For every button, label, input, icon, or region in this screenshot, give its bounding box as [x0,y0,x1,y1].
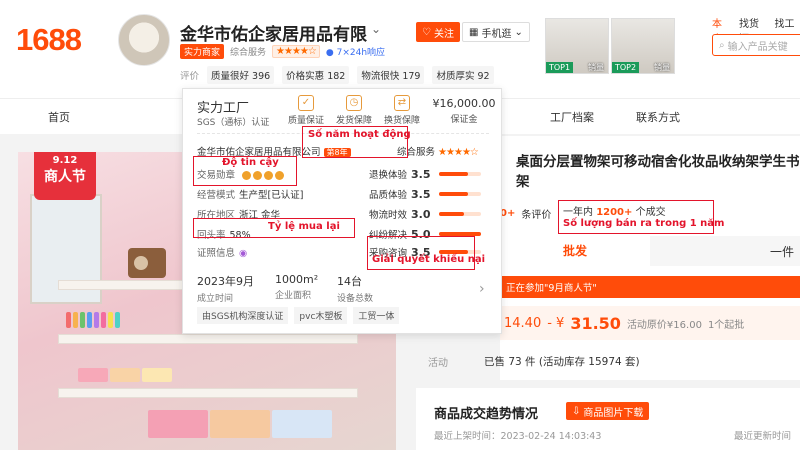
download-images-button[interactable]: ⇩ 商品图片下载 [566,402,650,420]
factory-tags: 由SGS机构深度认证 pvc木塑板 工贸一体 [197,307,400,324]
top-product-thumb[interactable]: TOP2 销量 [611,18,675,74]
shipping-icon: ◷ [346,95,362,111]
shop-avatar[interactable] [118,14,170,66]
service-badge: ● 7×24h响应 [325,48,386,58]
event-banner[interactable]: 正在参加"9月商人节" [500,276,800,298]
mobile-shop-button[interactable]: ▦ 手机逛 ⌄ [462,22,530,42]
guarantee-quality[interactable]: ✓ 质量保证 [283,95,329,126]
stat-established: 2023年9月 成立时间 [197,275,254,304]
tab-wholesale[interactable]: 批发 [500,236,650,266]
price-low: 14.40 [504,315,542,331]
annotation-trust: Độ tin cậy [222,157,279,168]
annotation-repurchase: Tỷ lệ mua lại [268,221,340,232]
rating-quality: 品质体验 3.5 [369,187,481,201]
clock-icon: ● [325,48,334,58]
metric-tag[interactable]: 价格实惠 182 [282,66,350,84]
radio-decor [128,248,166,278]
top-sales-label: 销量 [654,63,670,72]
overall-service-label: 综合服务 [230,48,267,58]
rating-bar-fill [439,192,469,196]
tag: 由SGS机构深度认证 [197,307,289,324]
price-row: 14.40 - ¥ 31.50 活动原价¥16.00 1个起批 [500,306,800,340]
factory-popup: 实力工厂 SGS（通标）认证 ✓ 质量保证 ◷ 发货保障 ⇄ 换货保障 ¥16,000… [182,88,502,334]
heart-icon: ♡ [422,26,431,38]
tab-single-piece[interactable]: 一件 [650,236,800,266]
star-icon: ★★★★☆ [438,147,479,158]
min-order: 1个起批 [707,319,745,331]
search-icon: ⌕ [719,39,725,51]
sale-event-tag: 9.12 商人节 [34,152,96,200]
top-sales-label: 销量 [588,63,604,72]
price-separator: - ¥ [547,315,565,331]
annotation-complaints: Giải quyết khiếu nại [372,254,486,265]
purchase-tabs: 批发 一件 [500,236,800,266]
overall-service: 综合服务 ★★★★☆ [397,147,479,158]
metric-tag[interactable]: 物流很快 179 [357,66,425,84]
chevron-down-icon: ⌄ [514,26,523,38]
storage-boxes [148,410,332,438]
activity-label: 活动 [428,358,448,369]
metrics-label: 评价 [180,71,200,82]
site-logo[interactable]: 1688 [16,22,82,58]
trend-card: 商品成交趋势情况 ⇩ 商品图片下载 最近上架时间：2023-02-24 14:03… [416,380,800,450]
pens-decor [66,312,120,328]
popup-certification: SGS（通标）认证 [197,118,270,128]
download-icon: ⇩ [572,405,581,417]
business-mode-row: 经营模式 生产型[已认证] [197,190,304,201]
tag: pvc木塑板 [294,307,348,324]
stat-area: 1000m² 企业面积 [275,273,319,301]
review-metrics: 评价 质量很好 396 价格实惠 182 物流很快 179 材质厚实 92 [180,66,494,84]
license-row[interactable]: 证照信息 ◉ [197,245,247,259]
guarantee-shipping[interactable]: ◷ 发货保障 [331,95,377,126]
latest-update: 最近更新时间 [734,431,792,442]
annotation-sold: Số lượng bán ra trong 1 năm [563,218,725,229]
review-count[interactable]: 0+ 条评价 [500,206,551,221]
annotation-years: Số năm hoạt động [308,129,411,140]
metric-tag[interactable]: 材质厚实 92 [432,66,494,84]
qrcode-icon: ▦ [469,26,479,38]
metric-tag[interactable]: 质量很好 396 [207,66,275,84]
shelf-mid [58,334,358,344]
service-stars: ★★★★☆ [272,45,320,58]
shop-badges: 实力商家 综合服务 ★★★★☆ ● 7×24h响应 [180,44,385,59]
tag: 工贸一体 [353,307,400,324]
rating-bar-fill [439,172,469,176]
shelf-bottom [58,388,358,398]
nav-home[interactable]: 首页 [48,109,70,125]
pens-decor [78,368,172,382]
power-merchant-badge: 实力商家 [180,44,225,59]
price-high: 31.50 [570,313,621,333]
rating-return: 退换体验 3.5 [369,167,481,181]
guarantee-exchange[interactable]: ⇄ 换货保障 [379,95,425,126]
trend-title: 商品成交趋势情况 [434,407,539,422]
chevron-down-icon[interactable]: ⌄ [371,22,381,36]
star-icon: ★★★★☆ [276,46,317,57]
exchange-icon: ⇄ [394,95,410,111]
deposit: ¥16,000.00 保证金 [432,97,496,125]
quality-icon: ✓ [298,95,314,111]
nav-factory-profile[interactable]: 工厂档案 [550,109,594,125]
nav-contact[interactable]: 联系方式 [636,109,680,125]
top-rank-badge: TOP2 [612,62,640,73]
top-rank-badge: TOP1 [546,62,574,73]
shop-name[interactable]: 金华市佑企家居用品有限 [180,20,367,45]
stat-equipment: 14台 设备总数 [337,275,374,304]
rating-logistics: 物流时效 3.0 [369,207,481,221]
top-product-thumb[interactable]: TOP1 销量 [545,18,609,74]
stock-info: 已售 73 件 (活动库存 15974 套) [484,356,640,368]
follow-button[interactable]: ♡ 关注 [416,22,460,42]
shop-header: 1688 金华市佑企家居用品有限 ⌄ ♡ 关注 ▦ 手机逛 ⌄ 实力商家 综合服务 ★… [0,0,800,98]
chevron-right-icon[interactable]: › [479,281,485,297]
search-input[interactable]: ⌕ 输入产品关键 [712,34,800,56]
listing-time: 最近上架时间：2023-02-24 14:03:43 [434,431,602,442]
license-icon: ◉ [239,248,248,259]
original-price: 活动原价¥16.00 [626,319,702,331]
popup-title: 实力工厂 [197,101,250,116]
product-title: 桌面分层置物架可移动宿舍化妆品收纳架学生书架 [516,154,800,190]
rating-bar-fill [439,212,465,216]
